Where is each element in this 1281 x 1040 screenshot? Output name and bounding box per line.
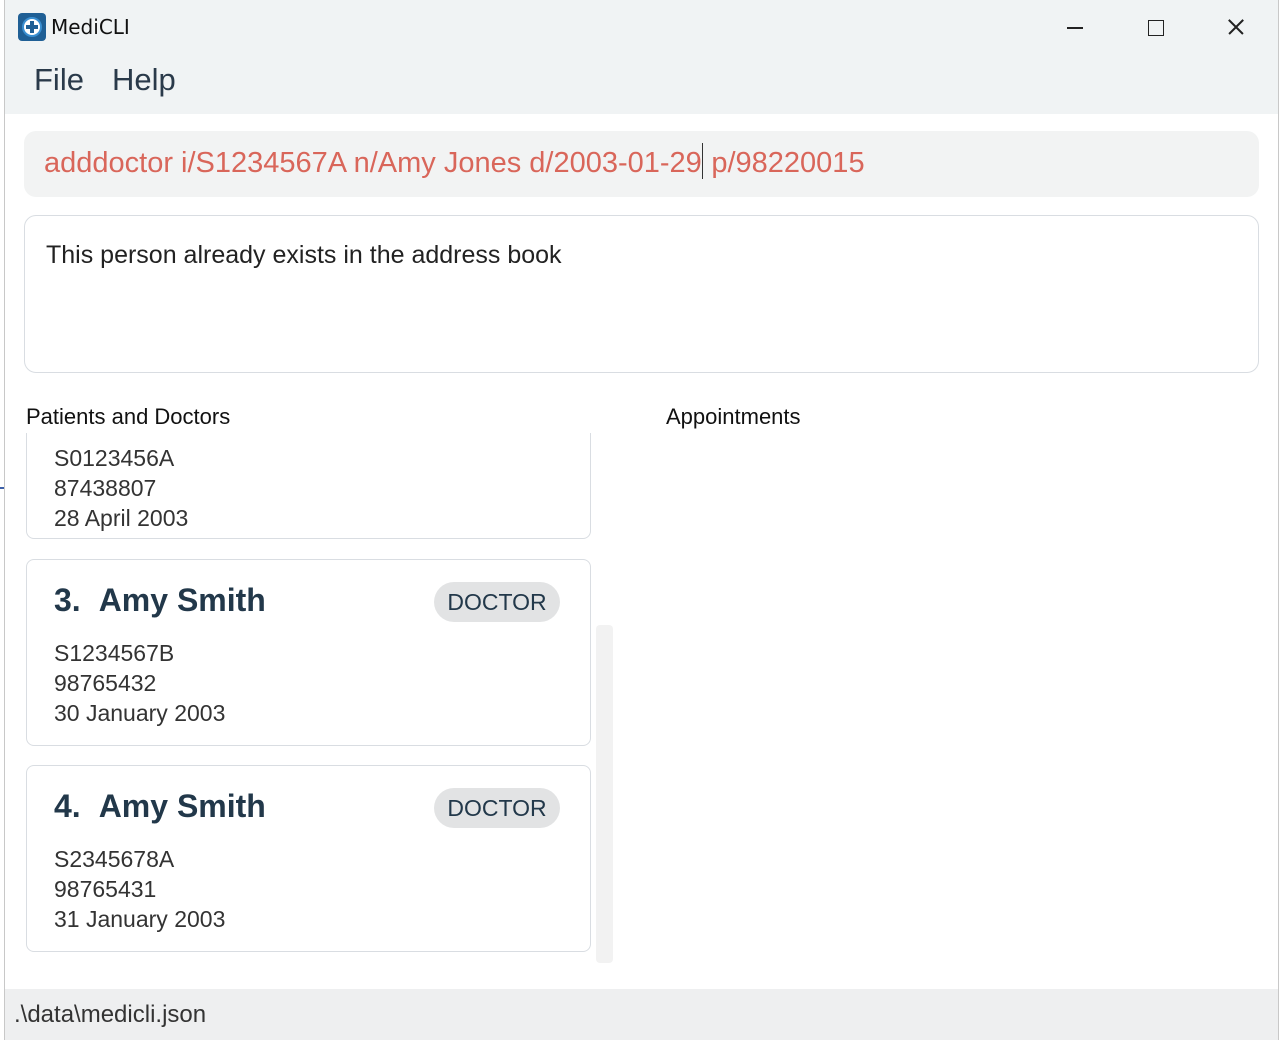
role-badge: DOCTOR (434, 582, 560, 622)
person-nric: S2345678A (54, 846, 175, 872)
minimize-icon[interactable] (1055, 10, 1095, 44)
result-message: This person already exists in the addres… (46, 241, 562, 269)
person-name: 3. Amy Smith (54, 582, 266, 619)
command-text-after-caret: p/98220015 (703, 147, 865, 179)
person-dob: 30 January 2003 (54, 700, 226, 726)
person-card[interactable]: S0123456A 87438807 28 April 2003 (26, 433, 591, 539)
role-badge: DOCTOR (434, 788, 560, 828)
menu-bar: File Help (5, 54, 1278, 114)
person-phone: 98765432 (54, 670, 157, 696)
command-input[interactable]: adddoctor i/S1234567A n/Amy Jones d/2003… (24, 131, 1259, 197)
result-display[interactable]: This person already exists in the addres… (24, 215, 1259, 373)
menu-help[interactable]: Help (112, 62, 176, 98)
person-card[interactable]: 4. Amy Smith DOCTOR S2345678A 98765431 31… (26, 765, 591, 952)
data-file-path: .\data\medicli.json (14, 1001, 207, 1028)
person-phone: 98765431 (54, 876, 157, 902)
maximize-icon[interactable] (1135, 10, 1175, 44)
window-title: MediCLI (51, 15, 130, 39)
person-index: 4. (54, 788, 81, 824)
person-name-text: Amy Smith (98, 788, 266, 824)
medical-cross-icon (18, 13, 46, 41)
person-nric: S1234567B (54, 640, 175, 666)
command-text: adddoctor i/S1234567A n/Amy Jones d/2003… (44, 143, 865, 180)
person-index: 3. (54, 582, 81, 618)
status-bar: .\data\medicli.json (5, 989, 1278, 1040)
person-list[interactable]: S0123456A 87438807 28 April 2003 3. Amy S… (25, 433, 595, 978)
person-dob: 31 January 2003 (54, 906, 226, 932)
persons-panel-title: Patients and Doctors (26, 404, 231, 429)
person-name-text: Amy Smith (98, 582, 266, 618)
app-window: MediCLI File Help adddoctor i/S1234567A … (4, 0, 1279, 1040)
person-dob: 28 April 2003 (54, 505, 189, 531)
close-icon[interactable] (1216, 10, 1256, 44)
person-nric: S0123456A (54, 445, 175, 471)
menu-file[interactable]: File (34, 62, 84, 98)
command-text-before-caret: adddoctor i/S1234567A n/Amy Jones d/2003… (44, 147, 702, 179)
person-card[interactable]: 3. Amy Smith DOCTOR S1234567B 98765432 30… (26, 559, 591, 746)
person-name: 4. Amy Smith (54, 788, 266, 825)
person-list-scrollbar[interactable] (596, 625, 613, 963)
title-bar[interactable]: MediCLI (5, 0, 1278, 54)
person-phone: 87438807 (54, 475, 157, 501)
appointments-panel-title: Appointments (666, 404, 801, 429)
